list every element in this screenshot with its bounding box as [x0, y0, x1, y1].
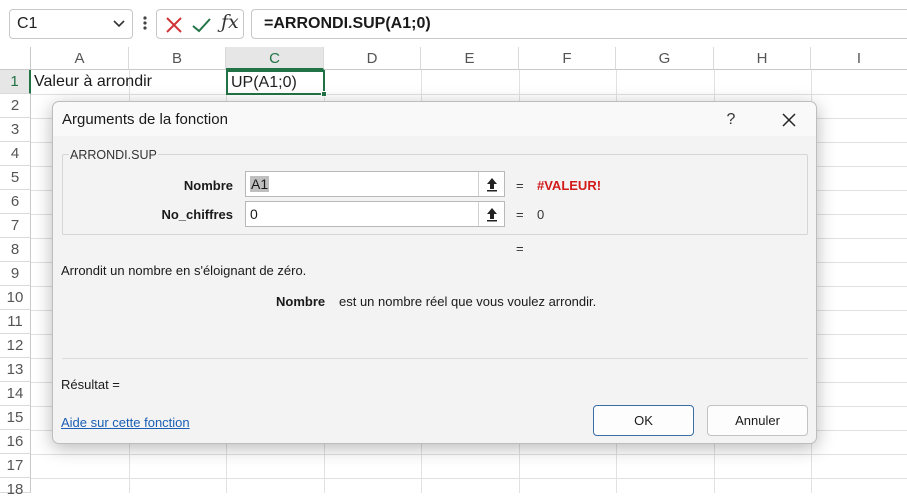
confirm-icon[interactable] — [190, 14, 212, 36]
cell-a1[interactable]: Valeur à arrondir — [34, 70, 152, 94]
column-header-f[interactable]: F — [519, 47, 616, 70]
select-all-corner[interactable] — [0, 47, 31, 70]
row-header-18[interactable]: 18 — [0, 478, 31, 498]
arg-label-no-chiffres: No_chiffres — [161, 207, 233, 222]
name-box[interactable]: C1 — [9, 9, 133, 39]
arg-equals-nombre: = — [516, 178, 524, 193]
ok-button[interactable]: OK — [593, 405, 694, 436]
arg-input-nombre-value: A1 — [250, 176, 270, 192]
row-header-13[interactable]: 13 — [0, 358, 31, 382]
column-header-b[interactable]: B — [129, 47, 226, 70]
arg-equals-no-chiffres: = — [516, 207, 524, 222]
cancel-icon[interactable] — [163, 14, 185, 36]
column-header-c[interactable]: C — [226, 47, 324, 70]
arg-result-nombre: #VALEUR! — [537, 178, 602, 193]
divider — [62, 358, 808, 359]
formula-bar: C1 ƒx =ARRONDI.SUP(A1;0) — [0, 0, 907, 47]
gridline — [31, 454, 907, 455]
column-header-a[interactable]: A — [31, 47, 129, 70]
row-header-6[interactable]: 6 — [0, 190, 31, 214]
row-header-4[interactable]: 4 — [0, 142, 31, 166]
row-header-16[interactable]: 16 — [0, 430, 31, 454]
function-name: ARRONDI.SUP — [69, 148, 158, 162]
formula-actions: ƒx — [156, 9, 244, 39]
arg-help-name: Nombre — [276, 294, 326, 309]
help-icon[interactable]: ? — [717, 106, 745, 134]
column-header-d[interactable]: D — [324, 47, 421, 70]
arg-input-no-chiffres[interactable]: 0 — [245, 201, 505, 227]
row-header-1[interactable]: 1 — [0, 70, 31, 94]
row-header-15[interactable]: 15 — [0, 406, 31, 430]
cancel-button[interactable]: Annuler — [707, 405, 808, 436]
row-header-12[interactable]: 12 — [0, 334, 31, 358]
name-box-value: C1 — [17, 15, 38, 32]
column-header-h[interactable]: H — [714, 47, 811, 70]
gridline — [31, 478, 907, 479]
column-header-e[interactable]: E — [421, 47, 519, 70]
row-header-10[interactable]: 10 — [0, 286, 31, 310]
arg-input-no-chiffres-value: 0 — [250, 206, 258, 222]
close-icon[interactable] — [775, 106, 803, 134]
arg-help-text: est un nombre réel que vous voulez arron… — [339, 294, 597, 309]
collapse-dialog-icon[interactable] — [478, 202, 504, 226]
row-header-3[interactable]: 3 — [0, 118, 31, 142]
formula-input[interactable]: =ARRONDI.SUP(A1;0) — [251, 9, 907, 39]
gridline — [31, 94, 907, 95]
fill-handle[interactable] — [321, 91, 327, 97]
overall-equals: = — [516, 241, 524, 256]
row-header-14[interactable]: 14 — [0, 382, 31, 406]
function-description: Arrondit un nombre en s'éloignant de zér… — [61, 263, 307, 278]
arg-input-nombre[interactable]: A1 — [245, 171, 505, 197]
row-header-9[interactable]: 9 — [0, 262, 31, 286]
insert-function-icon[interactable]: ƒx — [221, 11, 239, 33]
row-header-5[interactable]: 5 — [0, 166, 31, 190]
cell-c1-value: UP(A1;0) — [231, 74, 297, 91]
column-header-g[interactable]: G — [616, 47, 714, 70]
result-label: Résultat = — [61, 377, 120, 392]
arg-result-no-chiffres: 0 — [537, 207, 545, 222]
row-header-17[interactable]: 17 — [0, 454, 31, 478]
function-arguments-dialog: Arguments de la fonction ? ARRONDI.SUP N… — [52, 101, 817, 444]
more-options-icon[interactable] — [139, 13, 151, 33]
collapse-dialog-icon[interactable] — [478, 172, 504, 196]
column-header-i[interactable]: I — [811, 47, 907, 70]
row-header-11[interactable]: 11 — [0, 310, 31, 334]
dialog-title: Arguments de la fonction — [62, 111, 228, 128]
function-help-link[interactable]: Aide sur cette fonction — [61, 415, 190, 430]
arg-label-nombre: Nombre — [183, 178, 233, 193]
row-header-7[interactable]: 7 — [0, 214, 31, 238]
cell-c1[interactable]: UP(A1;0) — [226, 70, 327, 97]
chevron-down-icon[interactable] — [112, 10, 126, 48]
row-header-8[interactable]: 8 — [0, 238, 31, 262]
row-header-2[interactable]: 2 — [0, 94, 31, 118]
